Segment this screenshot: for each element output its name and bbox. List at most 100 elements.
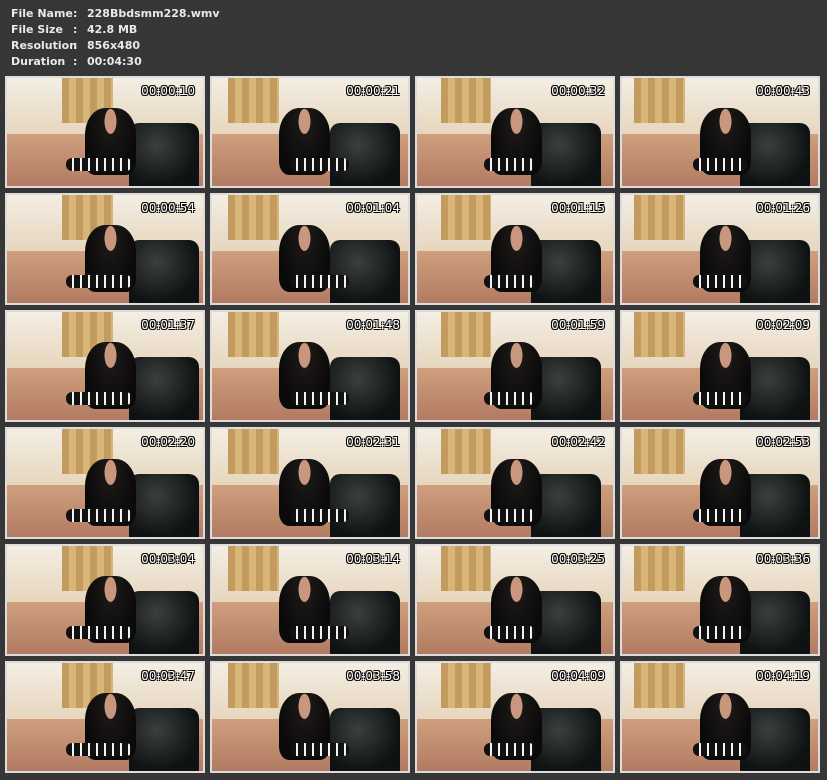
- thumbnail-scene-legs: [483, 274, 535, 288]
- info-value: 42.8 MB: [87, 23, 138, 36]
- thumbnail-scene-curtain: [227, 78, 279, 124]
- video-thumbnail[interactable]: 00:02:09: [620, 310, 820, 422]
- thumbnail-scene-legs: [65, 391, 133, 405]
- file-info-panel: File Name : 228Bbdsmm228.wmv File Size :…: [11, 6, 220, 70]
- timestamp-label: 00:00:43: [756, 84, 810, 98]
- thumbnail-scene-legs: [290, 742, 350, 756]
- info-colon: :: [73, 55, 78, 68]
- video-thumbnail[interactable]: 00:03:47: [5, 661, 205, 773]
- thumbnail-scene-curtain: [227, 546, 279, 592]
- video-thumbnail[interactable]: 00:00:43: [620, 76, 820, 188]
- info-value: 856x480: [87, 39, 141, 52]
- thumbnail-scene-legs: [290, 625, 350, 639]
- thumbnail-scene-curtain: [633, 78, 685, 124]
- timestamp-label: 00:02:09: [756, 318, 810, 332]
- thumbnail-scene-couch: [128, 708, 200, 771]
- info-label: File Name: [11, 7, 73, 20]
- timestamp-label: 00:03:47: [141, 669, 195, 683]
- video-thumbnail[interactable]: 00:02:53: [620, 427, 820, 539]
- timestamp-label: 00:01:04: [346, 201, 400, 215]
- info-label: Duration: [11, 55, 66, 68]
- video-thumbnail[interactable]: 00:04:19: [620, 661, 820, 773]
- video-thumbnail[interactable]: 00:01:48: [210, 310, 410, 422]
- timestamp-label: 00:02:42: [551, 435, 605, 449]
- thumbnail-scene-couch: [329, 474, 401, 537]
- video-thumbnail[interactable]: 00:04:09: [415, 661, 615, 773]
- thumbnail-scene-legs: [692, 742, 748, 756]
- timestamp-label: 00:00:21: [346, 84, 400, 98]
- info-value: 228Bbdsmm228.wmv: [87, 7, 220, 20]
- thumbnail-scene-curtain: [227, 312, 279, 358]
- timestamp-label: 00:01:26: [756, 201, 810, 215]
- thumbnail-scene-couch: [128, 123, 200, 186]
- timestamp-label: 00:03:58: [346, 669, 400, 683]
- video-thumbnail[interactable]: 00:03:36: [620, 544, 820, 656]
- thumbnail-scene-legs: [692, 625, 748, 639]
- timestamp-label: 00:03:36: [756, 552, 810, 566]
- video-thumbnail[interactable]: 00:00:54: [5, 193, 205, 305]
- thumbnail-scene-curtain: [440, 429, 492, 475]
- info-row-duration: Duration : 00:04:30: [11, 54, 220, 70]
- thumbnail-scene-couch: [329, 123, 401, 186]
- thumbnail-scene-legs: [290, 508, 350, 522]
- thumbnail-scene-curtain: [227, 663, 279, 709]
- thumbnail-scene-legs: [65, 508, 133, 522]
- video-thumbnail[interactable]: 00:01:15: [415, 193, 615, 305]
- video-thumbnail[interactable]: 00:03:58: [210, 661, 410, 773]
- thumbnail-scene-legs: [290, 391, 350, 405]
- timestamp-label: 00:02:20: [141, 435, 195, 449]
- video-thumbnail[interactable]: 00:00:32: [415, 76, 615, 188]
- info-colon: :: [73, 7, 78, 20]
- thumbnail-scene-legs: [483, 625, 535, 639]
- video-thumbnail[interactable]: 00:02:20: [5, 427, 205, 539]
- thumbnail-scene-curtain: [633, 429, 685, 475]
- thumbnail-scene-legs: [692, 274, 748, 288]
- thumbnail-scene-curtain: [227, 429, 279, 475]
- thumbnail-scene-legs: [290, 157, 350, 171]
- video-thumbnail[interactable]: 00:01:59: [415, 310, 615, 422]
- info-row-filesize: File Size : 42.8 MB: [11, 22, 220, 38]
- video-thumbnail[interactable]: 00:01:04: [210, 193, 410, 305]
- thumbnail-scene-couch: [329, 240, 401, 303]
- thumbnail-grid: 00:00:10 00:00:21 00:00:32 00:00:43 00:00:54…: [5, 76, 820, 773]
- thumbnail-scene-legs: [692, 157, 748, 171]
- info-label: File Size: [11, 23, 63, 36]
- thumbnail-scene-legs: [692, 508, 748, 522]
- thumbnail-scene-curtain: [440, 546, 492, 592]
- info-label: Resolution: [11, 39, 78, 52]
- info-colon: :: [73, 23, 78, 36]
- video-thumbnail[interactable]: 00:00:21: [210, 76, 410, 188]
- thumbnail-scene-legs: [483, 157, 535, 171]
- video-thumbnail[interactable]: 00:01:37: [5, 310, 205, 422]
- info-row-resolution: Resolution : 856x480: [11, 38, 220, 54]
- timestamp-label: 00:01:48: [346, 318, 400, 332]
- thumbnail-scene-curtain: [440, 312, 492, 358]
- timestamp-label: 00:04:19: [756, 669, 810, 683]
- thumbnail-scene-curtain: [440, 195, 492, 241]
- video-thumbnail[interactable]: 00:02:31: [210, 427, 410, 539]
- video-thumbnail[interactable]: 00:01:26: [620, 193, 820, 305]
- video-thumbnail[interactable]: 00:03:04: [5, 544, 205, 656]
- video-thumbnail[interactable]: 00:02:42: [415, 427, 615, 539]
- thumbnail-scene-legs: [65, 274, 133, 288]
- timestamp-label: 00:04:09: [551, 669, 605, 683]
- video-thumbnail[interactable]: 00:00:10: [5, 76, 205, 188]
- timestamp-label: 00:00:54: [141, 201, 195, 215]
- thumbnail-scene-legs: [65, 742, 133, 756]
- thumbnail-scene-legs: [65, 625, 133, 639]
- timestamp-label: 00:00:10: [141, 84, 195, 98]
- thumbnail-scene-couch: [128, 474, 200, 537]
- thumbnail-scene-curtain: [633, 546, 685, 592]
- thumbnail-scene-curtain: [227, 195, 279, 241]
- video-thumbnail[interactable]: 00:03:14: [210, 544, 410, 656]
- thumbnail-scene-curtain: [440, 663, 492, 709]
- timestamp-label: 00:01:37: [141, 318, 195, 332]
- thumbnail-scene-couch: [329, 708, 401, 771]
- thumbnail-scene-couch: [128, 591, 200, 654]
- timestamp-label: 00:03:14: [346, 552, 400, 566]
- thumbnail-scene-legs: [483, 742, 535, 756]
- info-row-filename: File Name : 228Bbdsmm228.wmv: [11, 6, 220, 22]
- video-thumbnail[interactable]: 00:03:25: [415, 544, 615, 656]
- thumbnail-scene-legs: [65, 157, 133, 171]
- timestamp-label: 00:02:53: [756, 435, 810, 449]
